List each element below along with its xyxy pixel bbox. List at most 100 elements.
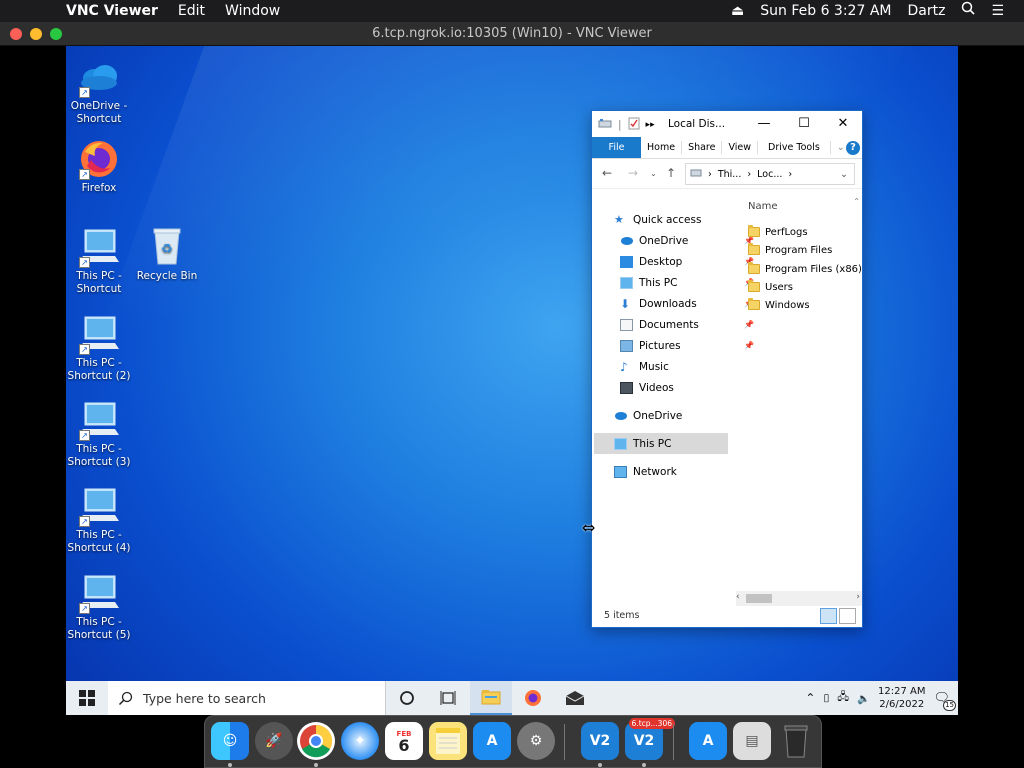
folder-icon xyxy=(748,243,760,255)
nav-downloads[interactable]: ⬇ Downloads 📌 xyxy=(620,293,756,314)
this-pc-icon: ↗ xyxy=(77,313,121,355)
file-item-program-files[interactable]: Program Files xyxy=(748,241,832,259)
nav-this-pc[interactable]: This PC xyxy=(594,433,728,454)
calendar-day: 6 xyxy=(398,735,410,755)
control-center-icon[interactable]: ☰ xyxy=(983,0,1012,22)
scroll-right-icon[interactable]: › xyxy=(856,592,860,602)
address-bar[interactable]: › Thi... › Loc... › ⌄ xyxy=(685,163,855,185)
forward-arrow-icon[interactable]: → xyxy=(628,166,638,180)
nav-network[interactable]: Network xyxy=(614,461,750,482)
firefox-icon xyxy=(525,690,541,706)
nav-pictures[interactable]: Pictures 📌 xyxy=(620,335,756,356)
notes-icon[interactable] xyxy=(429,722,467,760)
breadcrumb-local-disk[interactable]: Loc... xyxy=(757,169,782,180)
details-view-icon[interactable] xyxy=(820,608,837,624)
help-icon[interactable]: ? xyxy=(846,141,860,155)
recent-locations-chevron-icon[interactable]: ⌄ xyxy=(650,169,657,178)
calendar-icon[interactable]: FEB 6 xyxy=(385,722,423,760)
nav-documents[interactable]: Documents 📌 xyxy=(620,314,756,335)
taskbar-clock[interactable]: 12:27 AM 2/6/2022 xyxy=(878,685,925,711)
breadcrumb-this-pc[interactable]: Thi... xyxy=(718,169,742,180)
network-status-icon[interactable]: 🖧 xyxy=(837,689,849,707)
file-explorer-window[interactable]: | ▸▸ Local Dis... — ☐ ✕ File Home Share … xyxy=(591,110,863,628)
explorer-maximize-button[interactable]: ☐ xyxy=(784,111,824,137)
nav-quick-access[interactable]: ★ Quick access xyxy=(614,209,750,230)
file-item-users[interactable]: Users xyxy=(748,278,793,296)
desktop-icon-this-pc-shortcut-2[interactable]: ↗ This PC - Shortcut (2) xyxy=(66,313,134,383)
usb-device-icon[interactable]: ▯ xyxy=(823,692,829,704)
task-view-button[interactable] xyxy=(428,681,470,715)
mac-menu-bar: VNC Viewer Edit Window ⏏ Sun Feb 6 3:27 … xyxy=(0,0,1024,22)
ribbon-tab-home[interactable]: Home xyxy=(641,137,681,158)
installer-disk-icon[interactable]: ▤ xyxy=(733,722,771,760)
notification-center-icon[interactable]: 🗨 15 xyxy=(933,691,956,711)
taskbar-mail[interactable] xyxy=(554,681,596,715)
desktop-icon-this-pc-shortcut-4[interactable]: ↗ This PC - Shortcut (4) xyxy=(66,485,134,555)
windows-taskbar: Type here to search ⌃ ▯ 🖧 🔈 12:27 AM 2/6… xyxy=(66,681,958,715)
desktop-icon-this-pc-shortcut[interactable]: ↗ This PC - Shortcut xyxy=(66,226,134,296)
start-button[interactable] xyxy=(66,681,108,715)
nav-desktop[interactable]: Desktop 📌 xyxy=(620,251,756,272)
horizontal-scrollbar[interactable]: ‹ › xyxy=(736,591,862,606)
explorer-close-button[interactable]: ✕ xyxy=(823,111,863,137)
taskbar-date: 2/6/2022 xyxy=(879,699,925,710)
show-hidden-icons-chevron-icon[interactable]: ⌃ xyxy=(805,691,815,705)
finder-icon[interactable]: ☺ xyxy=(211,722,249,760)
up-arrow-icon[interactable]: ↑ xyxy=(666,166,676,180)
chrome-icon[interactable] xyxy=(297,722,335,760)
nav-music[interactable]: ♪ Music xyxy=(620,356,756,377)
file-item-program-files-x86[interactable]: Program Files (x86) xyxy=(748,260,862,278)
quick-access-toolbar-chevron-icon[interactable]: ▸▸ xyxy=(646,120,655,130)
app-store-icon[interactable]: A xyxy=(473,722,511,760)
menu-app-name[interactable]: VNC Viewer xyxy=(56,0,168,22)
nav-this-pc-pinned[interactable]: This PC 📌 xyxy=(620,272,756,293)
properties-check-icon[interactable] xyxy=(628,117,640,133)
scroll-left-icon[interactable]: ‹ xyxy=(736,592,740,602)
volume-icon[interactable]: 🔈 xyxy=(857,692,870,705)
back-arrow-icon[interactable]: ← xyxy=(602,166,612,180)
ribbon-tab-file[interactable]: File xyxy=(592,137,641,158)
ribbon-tab-view[interactable]: View xyxy=(722,137,757,158)
ribbon-tab-drive-tools[interactable]: Drive Tools xyxy=(758,137,830,158)
spotlight-search-icon[interactable] xyxy=(953,0,983,22)
safari-compass-icon[interactable]: ✦ xyxy=(341,722,379,760)
menu-edit[interactable]: Edit xyxy=(168,0,215,22)
menubar-user[interactable]: Dartz xyxy=(899,0,953,22)
trash-icon[interactable] xyxy=(777,722,815,760)
star-icon: ★ xyxy=(614,212,624,226)
ribbon-tab-share[interactable]: Share xyxy=(682,137,721,158)
system-preferences-gear-icon[interactable]: ⚙ xyxy=(517,722,555,760)
vnc-window-title: 6.tcp.ngrok.io:10305 (Win10) - VNC Viewe… xyxy=(372,26,652,41)
cortana-button[interactable] xyxy=(386,681,428,715)
nav-onedrive[interactable]: OneDrive xyxy=(614,405,750,426)
scroll-up-chevron-icon[interactable]: ⌃ xyxy=(853,197,860,206)
taskbar-file-explorer[interactable] xyxy=(470,681,512,715)
address-dropdown-chevron-icon[interactable]: ⌄ xyxy=(840,169,854,180)
taskbar-firefox[interactable] xyxy=(512,681,554,715)
app-store-download-icon[interactable]: A xyxy=(689,722,727,760)
eject-icon[interactable]: ⏏ xyxy=(723,0,752,22)
menu-window[interactable]: Window xyxy=(215,0,290,22)
scrollbar-thumb[interactable] xyxy=(746,594,772,603)
desktop-icon-label: OneDrive - Shortcut xyxy=(70,100,128,125)
launchpad-rocket-icon[interactable]: 🚀 xyxy=(255,722,293,760)
desktop-icon-this-pc-shortcut-3[interactable]: ↗ This PC - Shortcut (3) xyxy=(66,399,134,469)
nav-videos[interactable]: Videos xyxy=(620,377,756,398)
onedrive-icon: ↗ xyxy=(77,56,121,98)
explorer-titlebar[interactable]: | ▸▸ Local Dis... — ☐ ✕ xyxy=(592,111,862,137)
vnc-viewer-session-icon[interactable]: V2 6.tcp...306 xyxy=(625,718,675,760)
file-item-windows[interactable]: Windows xyxy=(748,296,810,314)
desktop-icon-firefox[interactable]: ↗ Firefox xyxy=(66,138,134,195)
desktop-icon-this-pc-shortcut-5[interactable]: ↗ This PC - Shortcut (5) xyxy=(66,572,134,642)
nav-onedrive-pinned[interactable]: OneDrive 📌 xyxy=(620,230,756,251)
desktop-icon-recycle-bin[interactable]: ♻ Recycle Bin xyxy=(132,226,202,283)
vnc-viewer-icon[interactable]: V2 xyxy=(581,722,619,760)
menubar-datetime[interactable]: Sun Feb 6 3:27 AM xyxy=(752,0,899,22)
pictures-icon xyxy=(620,339,633,352)
explorer-minimize-button[interactable]: — xyxy=(744,111,784,137)
taskbar-search-box[interactable]: Type here to search xyxy=(108,681,386,715)
file-item-perflogs[interactable]: PerfLogs xyxy=(748,223,808,241)
large-icons-view-icon[interactable] xyxy=(839,608,856,624)
desktop-icon-onedrive-shortcut[interactable]: ↗ OneDrive - Shortcut xyxy=(66,56,134,126)
column-header-name[interactable]: Name xyxy=(748,201,778,212)
